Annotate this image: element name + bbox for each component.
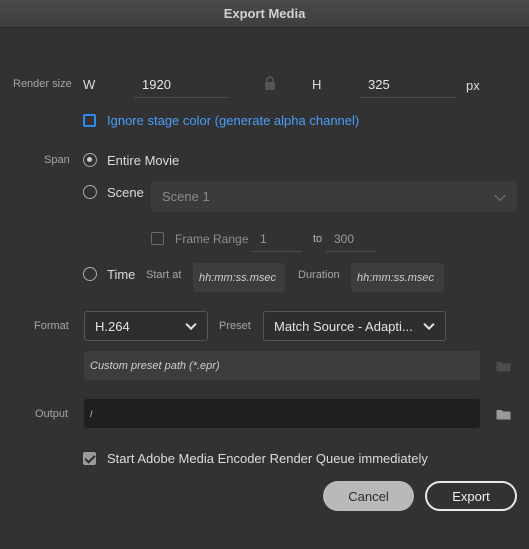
time-radio[interactable] xyxy=(83,267,97,281)
frame-to-field[interactable]: 300 xyxy=(326,226,376,252)
width-field[interactable]: 1920 xyxy=(134,72,229,98)
height-field[interactable]: 325 xyxy=(360,72,455,98)
cancel-button[interactable]: Cancel xyxy=(323,481,414,511)
frame-range-label: Frame Range xyxy=(175,232,249,246)
window-title: Export Media xyxy=(223,6,306,21)
output-label: Output xyxy=(35,408,69,420)
start-at-field[interactable]: hh:mm:ss.msec xyxy=(193,263,285,292)
to-label: to xyxy=(313,233,323,245)
start-queue-checkbox[interactable] xyxy=(83,452,96,465)
preset-dropdown-value: Match Source - Adapti... xyxy=(274,318,413,334)
ignore-stage-color-checkbox[interactable] xyxy=(83,114,96,127)
preset-dropdown[interactable]: Match Source - Adapti... xyxy=(263,311,446,341)
entire-movie-radio[interactable] xyxy=(83,153,97,167)
frame-range-checkbox[interactable] xyxy=(151,232,164,245)
export-button[interactable]: Export xyxy=(425,481,517,511)
scene-dropdown-value: Scene 1 xyxy=(162,189,210,204)
lock-icon[interactable] xyxy=(264,76,276,91)
scene-label: Scene xyxy=(107,185,144,200)
scene-dropdown[interactable]: Scene 1 xyxy=(151,181,517,212)
chevron-down-icon xyxy=(185,318,197,331)
span-label: Span xyxy=(44,154,70,166)
time-label: Time xyxy=(107,267,136,282)
folder-icon[interactable] xyxy=(496,360,511,372)
scene-radio[interactable] xyxy=(83,185,97,199)
duration-label: Duration xyxy=(298,269,340,281)
height-label: H xyxy=(312,77,322,92)
title-bar: Export Media xyxy=(0,0,529,28)
ignore-stage-color-label[interactable]: Ignore stage color (generate alpha chann… xyxy=(107,113,359,128)
render-size-label: Render size xyxy=(13,78,72,90)
chevron-down-icon xyxy=(494,189,506,201)
output-path-field[interactable]: / xyxy=(84,399,480,428)
preset-label: Preset xyxy=(219,320,251,332)
width-label: W xyxy=(83,77,96,92)
format-dropdown-value: H.264 xyxy=(95,318,130,334)
start-at-label: Start at xyxy=(146,269,182,281)
unit-label: px xyxy=(466,78,480,93)
duration-field[interactable]: hh:mm:ss.msec xyxy=(351,263,444,292)
frame-from-field[interactable]: 1 xyxy=(252,226,302,252)
format-label: Format xyxy=(34,320,69,332)
start-queue-label: Start Adobe Media Encoder Render Queue i… xyxy=(107,451,428,466)
chevron-down-icon xyxy=(423,318,435,331)
folder-icon[interactable] xyxy=(496,408,511,420)
format-dropdown[interactable]: H.264 xyxy=(84,311,208,341)
custom-preset-path-field[interactable]: Custom preset path (*.epr) xyxy=(84,351,480,380)
entire-movie-label: Entire Movie xyxy=(107,153,180,168)
